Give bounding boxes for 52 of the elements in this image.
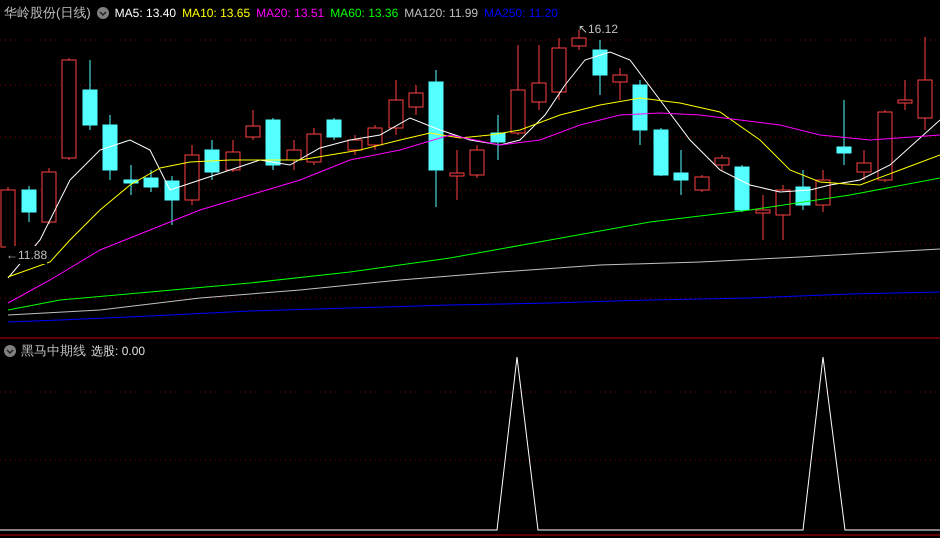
candlestick <box>796 170 810 210</box>
candlestick <box>144 170 158 192</box>
candlestick <box>388 80 404 136</box>
candlestick <box>694 174 710 192</box>
candlestick <box>22 186 36 222</box>
candlestick <box>124 164 138 196</box>
candlestick <box>654 128 668 176</box>
candlestick <box>592 40 608 96</box>
moving-average-value: MA5: 13.40 <box>114 4 176 22</box>
candlestick <box>632 80 648 146</box>
candlestick <box>266 118 280 170</box>
candlestick <box>82 60 98 130</box>
candlestick <box>816 170 830 212</box>
candlestick <box>470 144 484 178</box>
low-price-label: ←11.88 <box>6 246 48 264</box>
candlestick <box>246 110 260 140</box>
candlestick <box>450 150 464 200</box>
candlestick <box>756 194 770 240</box>
stock-title: 华岭股份(日线) <box>4 4 91 22</box>
candlestick <box>286 140 302 170</box>
moving-average-value: MA250: 11.20 <box>484 4 558 22</box>
moving-average-value: MA60: 13.36 <box>330 4 398 22</box>
candlestick <box>326 118 342 140</box>
candlestick <box>102 114 118 180</box>
candlestick <box>612 68 628 100</box>
candlestick <box>674 150 688 196</box>
candlestick <box>734 164 750 212</box>
candlestick <box>306 128 322 166</box>
candlestick <box>184 144 200 206</box>
candlestick <box>226 140 240 172</box>
candlestick <box>532 44 546 110</box>
candlestick <box>714 154 730 170</box>
moving-average-value: MA10: 13.65 <box>182 4 250 22</box>
candlestick <box>776 184 790 240</box>
moving-average-value: MA120: 11.99 <box>404 4 478 22</box>
high-price-label: ↖16.12 <box>578 21 618 38</box>
candlestick <box>856 150 872 180</box>
candlestick <box>552 38 566 100</box>
candlestick <box>408 84 424 116</box>
candlestick <box>898 80 912 110</box>
candlestick <box>204 140 220 180</box>
candlestick <box>836 100 852 166</box>
candlestick <box>164 176 180 226</box>
candlestick <box>490 114 506 160</box>
moving-average-value: MA20: 13.51 <box>256 4 324 22</box>
candlestick <box>348 134 362 156</box>
dropdown-icon[interactable] <box>96 6 109 19</box>
dropdown-icon[interactable] <box>4 344 16 357</box>
indicator-name: 黑马中期线 <box>21 342 86 360</box>
indicator-value: 选股: 0.00 <box>91 342 146 360</box>
candlestick <box>42 168 56 224</box>
candlestick <box>368 124 382 150</box>
